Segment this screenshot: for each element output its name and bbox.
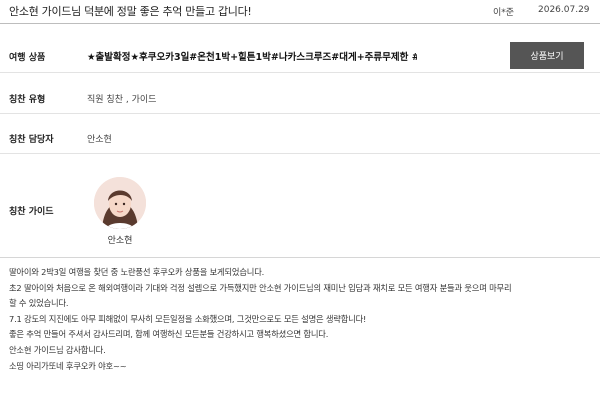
review-author: 이*준 <box>493 8 515 18</box>
praise-guide-label: 칭찬 가이드 <box>9 207 54 217</box>
guide-photo-icon <box>94 177 146 229</box>
review-line: 7.1 강도의 지진에도 아무 피해없이 무사히 모든일정을 소화했으며, 그것… <box>9 313 367 324</box>
review-date: 2026.07.29 <box>538 5 590 15</box>
praise-manager-row: 칭찬 담당자 안소현 <box>0 121 600 154</box>
praise-type-row: 칭찬 유형 직원 칭찬 , 가이드 <box>0 81 600 114</box>
review-line: 좋은 추억 만들어 주셔서 감사드리며, 함께 여행하신 모든분들 건강하시고 … <box>9 329 329 340</box>
praise-type-label: 칭찬 유형 <box>9 95 46 105</box>
product-label: 여행 상품 <box>9 53 46 63</box>
product-name[interactable]: ★출발확정★후쿠오카3일#온천1박+힐튼1박#나카스크루즈#대게+주류무제한 #… <box>87 49 417 63</box>
review-title: 안소현 가이드님 덕분에 정말 좋은 추억 만들고 갑니다! <box>9 5 252 18</box>
view-product-button[interactable]: 상품보기 <box>510 42 584 69</box>
review-line: 안소현 가이드님 감사합니다. <box>9 344 106 355</box>
review-line: 초2 딸아이와 처음으로 온 해외여행이라 기대와 걱정 설렘으로 가득했지만 … <box>9 282 512 293</box>
review-line: 딸아이와 2박3일 여행을 찾던 중 노란풍선 후쿠오카 상품을 보게되었습니다… <box>9 267 265 277</box>
guide-name: 안소현 <box>107 236 133 246</box>
praise-guide-row: 칭찬 가이드 안소현 <box>0 160 600 258</box>
review-body: 딸아이와 2박3일 여행을 찾던 중 노란풍선 후쿠오카 상품을 보게되었습니다… <box>9 265 594 374</box>
review-header: 안소현 가이드님 덕분에 정말 좋은 추억 만들고 갑니다! 이*준 2026.… <box>0 0 600 24</box>
praise-type-value: 직원 칭찬 , 가이드 <box>87 95 157 105</box>
praise-manager-value: 안소현 <box>87 135 112 145</box>
praise-manager-label: 칭찬 담당자 <box>9 135 54 145</box>
review-line: 할 수 있었습니다. <box>9 298 69 309</box>
guide-avatar[interactable] <box>94 177 146 229</box>
product-row: 여행 상품 ★출발확정★후쿠오카3일#온천1박+힐튼1박#나카스크루즈#대게+주… <box>0 40 600 73</box>
review-line: 소띵 아리가또네 후쿠오카 야호~~ <box>9 360 127 371</box>
